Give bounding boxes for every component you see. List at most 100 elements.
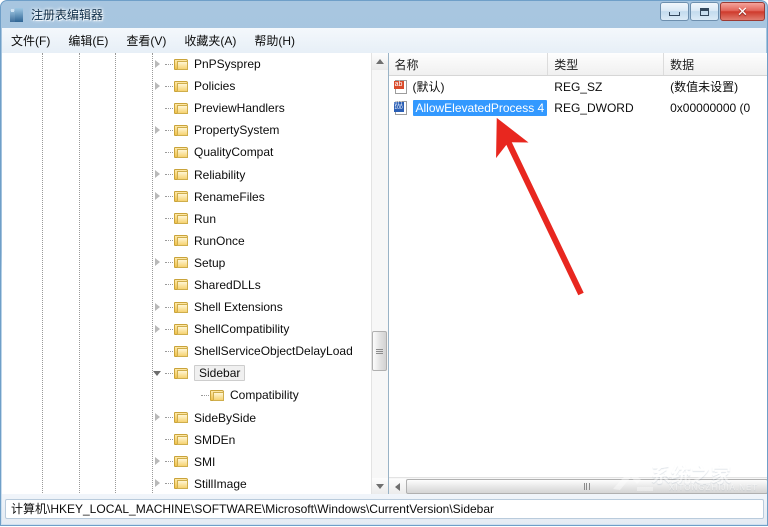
maximize-button[interactable]	[690, 2, 719, 21]
folder-icon	[174, 58, 189, 71]
expand-triangle-icon[interactable]	[152, 81, 163, 92]
tree-item-renamefiles[interactable]: RenameFiles	[2, 186, 372, 208]
menu-file[interactable]: 文件(F)	[2, 29, 59, 52]
tree-item-compatibility[interactable]: Compatibility	[2, 384, 372, 406]
registry-values-pane[interactable]: 名称 类型 数据 ab(默认)REG_SZ(数值未设置)011100AllowE…	[389, 53, 768, 495]
folder-icon	[174, 301, 189, 314]
registry-path-text: 计算机\HKEY_LOCAL_MACHINE\SOFTWARE\Microsof…	[5, 499, 764, 519]
value-type-cell: REG_SZ	[548, 80, 664, 94]
folder-icon	[174, 477, 189, 490]
tree-connector	[165, 284, 173, 285]
tree-item-previewhandlers[interactable]: PreviewHandlers	[2, 97, 372, 119]
tree-item-shellserviceobjectdelayload[interactable]: ShellServiceObjectDelayLoad	[2, 340, 372, 362]
tree-item-sidebyside[interactable]: SideBySide	[2, 407, 372, 429]
scroll-up-button[interactable]	[372, 53, 388, 70]
registry-tree: PnPSysprepPolicies PreviewHandlers Propert…	[2, 53, 372, 495]
menu-bar: 文件(F)编辑(E)查看(V)收藏夹(A)帮助(H)	[2, 28, 766, 53]
tree-item-shell-extensions[interactable]: Shell Extensions	[2, 296, 372, 318]
grip-icon	[583, 483, 590, 490]
tree-item-runonce[interactable]: RunOnce	[2, 230, 372, 252]
folder-icon	[174, 80, 189, 93]
column-header-data[interactable]: 数据	[664, 53, 767, 75]
tree-connector	[165, 64, 173, 65]
tree-item-qualitycompat[interactable]: QualityCompat	[2, 141, 372, 163]
folder-icon	[174, 124, 189, 137]
menu-edit[interactable]: 编辑(E)	[59, 29, 117, 52]
values-list: ab(默认)REG_SZ(数值未设置)011100AllowElevatedPr…	[389, 76, 768, 118]
folder-icon	[174, 278, 189, 291]
expand-triangle-icon[interactable]	[152, 412, 163, 423]
expand-triangle-icon[interactable]	[152, 59, 163, 70]
value-row[interactable]: 011100AllowElevatedProcess 4REG_DWORD0x0…	[389, 97, 768, 118]
tree-item-propertysystem[interactable]: PropertySystem	[2, 119, 372, 141]
tree-item-pnpsysprep[interactable]: PnPSysprep	[2, 53, 372, 75]
expand-triangle-icon[interactable]	[152, 478, 163, 489]
hscroll-thumb[interactable]	[406, 479, 768, 494]
scroll-thumb[interactable]	[372, 331, 387, 371]
menu-view[interactable]: 查看(V)	[117, 29, 175, 52]
folder-icon	[174, 190, 189, 203]
tree-connector	[201, 395, 209, 396]
tree-item-reliability[interactable]: Reliability	[2, 163, 372, 185]
tree-item-label: Sidebar	[194, 365, 245, 381]
tree-item-shareddlls[interactable]: SharedDLLs	[2, 274, 372, 296]
collapse-triangle-icon[interactable]	[152, 368, 163, 379]
column-header-name[interactable]: 名称	[389, 53, 549, 75]
tree-item-stillimage[interactable]: StillImage	[2, 473, 372, 495]
tree-connector	[165, 108, 173, 109]
tree-item-label: PreviewHandlers	[194, 102, 285, 114]
expand-triangle-icon[interactable]	[152, 169, 163, 180]
tree-connector	[165, 196, 173, 197]
tree-connector	[165, 351, 173, 352]
tree-connector	[165, 417, 173, 418]
registry-tree-pane[interactable]: PnPSysprepPolicies PreviewHandlers Propert…	[2, 53, 389, 495]
tree-item-label: SMDEn	[194, 434, 235, 446]
maximize-icon	[700, 8, 709, 16]
menu-favorites[interactable]: 收藏夹(A)	[175, 29, 245, 52]
tree-item-setup[interactable]: Setup	[2, 252, 372, 274]
value-row[interactable]: ab(默认)REG_SZ(数值未设置)	[389, 76, 768, 97]
folder-icon	[174, 345, 189, 358]
folder-icon	[174, 146, 189, 159]
value-data-cell: 0x00000000 (0	[664, 101, 767, 115]
close-button[interactable]: ✕	[720, 2, 765, 21]
tree-item-label: QualityCompat	[194, 146, 273, 158]
expand-triangle-icon[interactable]	[152, 324, 163, 335]
title-bar[interactable]: 注册表编辑器 ✕	[1, 1, 767, 28]
tree-item-smi[interactable]: SMI	[2, 451, 372, 473]
string-value-icon: ab	[394, 80, 409, 94]
column-header-type[interactable]: 类型	[548, 53, 664, 75]
registry-editor-window: 注册表编辑器 ✕ 文件(F)编辑(E)查看(V)收藏夹(A)帮助(H) PnPS…	[0, 0, 768, 526]
scroll-left-button[interactable]	[389, 479, 406, 495]
value-name-cell[interactable]: 011100AllowElevatedProcess 4	[389, 100, 549, 116]
scroll-down-button[interactable]	[372, 478, 388, 495]
tree-item-run[interactable]: Run	[2, 208, 372, 230]
tree-item-label: Compatibility	[230, 389, 299, 401]
dword-value-icon: 011100	[394, 101, 409, 115]
window-controls: ✕	[659, 2, 765, 21]
tree-connector	[165, 373, 173, 374]
expand-triangle-icon[interactable]	[152, 257, 163, 268]
value-name-cell[interactable]: ab(默认)	[389, 78, 549, 95]
tree-item-shellcompatibility[interactable]: ShellCompatibility	[2, 318, 372, 340]
expand-triangle-icon[interactable]	[152, 125, 163, 136]
minimize-button[interactable]	[660, 2, 689, 21]
tree-spacer	[152, 434, 163, 445]
tree-spacer	[152, 103, 163, 114]
tree-item-policies[interactable]: Policies	[2, 75, 372, 97]
tree-item-sidebar[interactable]: Sidebar	[2, 362, 372, 384]
value-data-cell: (数值未设置)	[664, 78, 767, 95]
folder-icon	[174, 234, 189, 247]
expand-triangle-icon[interactable]	[152, 302, 163, 313]
tree-vertical-scrollbar[interactable]	[371, 53, 388, 495]
values-column-header[interactable]: 名称 类型 数据	[389, 53, 768, 76]
expand-triangle-icon[interactable]	[152, 456, 163, 467]
expand-triangle-icon[interactable]	[152, 191, 163, 202]
tree-item-smden[interactable]: SMDEn	[2, 429, 372, 451]
tree-spacer	[152, 279, 163, 290]
tree-spacer	[152, 147, 163, 158]
values-horizontal-scrollbar[interactable]	[389, 477, 768, 495]
menu-help[interactable]: 帮助(H)	[245, 29, 304, 52]
tree-spacer	[152, 213, 163, 224]
tree-item-label: Reliability	[194, 169, 245, 181]
